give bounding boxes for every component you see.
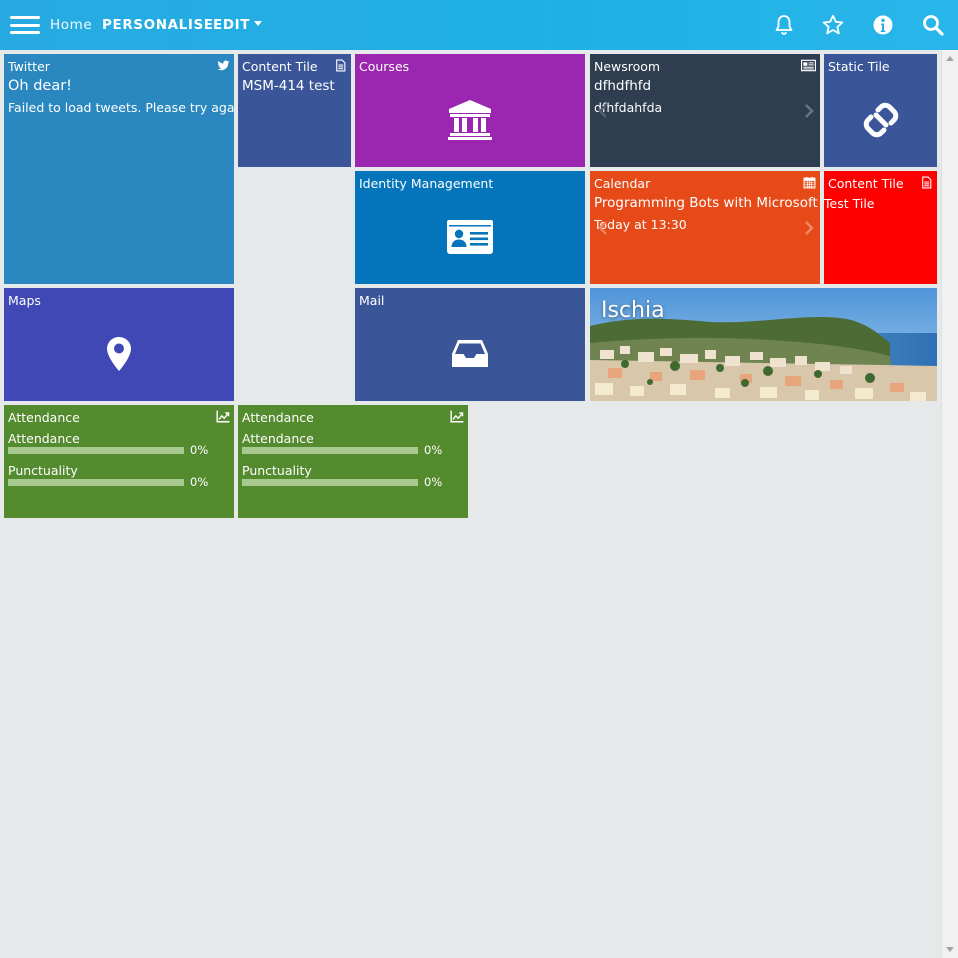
edit-label: EDIT [213,17,251,33]
content-tile-test[interactable]: Content Tile Test Tile [824,171,937,284]
tile-title: Courses [359,59,410,74]
punctuality-label: Punctuality [242,463,312,478]
tile-title: Calendar [594,176,651,191]
tile-title: Attendance [8,410,80,425]
attendance-progress-bar [8,447,184,454]
calendar-tile[interactable]: Calendar Programming Bots with Microsoft… [590,171,820,284]
courses-tile[interactable]: Courses [355,54,585,167]
tile-title: Content Tile [828,176,904,191]
calendar-event-title: Programming Bots with Microsoft [594,195,818,211]
chevron-down-icon [254,20,263,26]
ischia-title: Ischia [601,298,665,323]
document-icon [334,59,347,72]
newsroom-tile[interactable]: Newsroom dfhdfhfd dfhfdahfda [590,54,820,167]
tile-title: Twitter [8,59,50,74]
content-tile-body: MSM-414 test [242,78,335,94]
static-tile[interactable]: Static Tile [824,54,937,167]
tile-title: Content Tile [242,59,318,74]
info-icon[interactable] [871,13,895,37]
attendance-label: Attendance [242,431,314,446]
chart-line-icon [216,410,230,423]
maps-tile[interactable]: Maps [4,288,234,401]
map-pin-icon [106,336,132,372]
attendance-value: 0% [424,443,443,457]
bell-icon[interactable] [772,13,796,37]
top-bar: Home PERSONALISE EDIT [0,0,958,50]
scroll-down-arrow-icon[interactable] [946,947,954,952]
nav-personalise-link[interactable]: PERSONALISE [102,17,214,33]
punctuality-value: 0% [190,475,209,489]
link-icon [862,101,900,139]
twitter-headline: Oh dear! [8,78,72,94]
twitter-tile[interactable]: Twitter Oh dear! Failed to load tweets. … [4,54,234,284]
tile-title: Identity Management [359,176,494,191]
menu-icon[interactable] [10,16,40,34]
content-tile-body: Test Tile [824,196,875,211]
scroll-up-arrow-icon[interactable] [946,56,954,61]
punctuality-progress-bar [242,479,418,486]
attendance-progress-bar [242,447,418,454]
attendance-tile[interactable]: Attendance Attendance 0% Punctuality 0% [238,405,468,518]
tile-title: Mail [359,293,385,308]
chevron-left-icon[interactable] [598,221,608,235]
chevron-right-icon[interactable] [804,104,814,118]
newspaper-icon [801,59,816,72]
content-tile-msm[interactable]: Content Tile MSM-414 test [238,54,351,167]
twitter-icon [217,59,230,72]
attendance-value: 0% [190,443,209,457]
vertical-scrollbar[interactable] [941,50,958,958]
tile-title: Maps [8,293,41,308]
tile-title: Static Tile [828,59,890,74]
inbox-icon [451,339,489,369]
tile-title: Newsroom [594,59,661,74]
search-icon[interactable] [921,13,945,37]
attendance-label: Attendance [8,431,80,446]
id-card-icon [446,219,494,255]
mail-tile[interactable]: Mail [355,288,585,401]
chart-line-icon [450,410,464,423]
nav-home-link[interactable]: Home [50,17,92,33]
newsroom-headline: dfhdfhfd [594,78,652,94]
attendance-tile[interactable]: Attendance Attendance 0% Punctuality 0% [4,405,234,518]
institution-icon [447,99,493,141]
tile-title: Attendance [242,410,314,425]
identity-management-tile[interactable]: Identity Management [355,171,585,284]
punctuality-value: 0% [424,475,443,489]
calendar-icon [803,176,816,189]
punctuality-progress-bar [8,479,184,486]
document-icon [920,176,933,189]
star-icon[interactable] [821,13,845,37]
twitter-message: Failed to load tweets. Please try again. [8,100,234,115]
nav-edit-dropdown[interactable]: EDIT [213,17,263,33]
chevron-right-icon[interactable] [804,221,814,235]
ischia-photo-tile[interactable]: Ischia [590,288,937,401]
punctuality-label: Punctuality [8,463,78,478]
chevron-left-icon[interactable] [598,104,608,118]
